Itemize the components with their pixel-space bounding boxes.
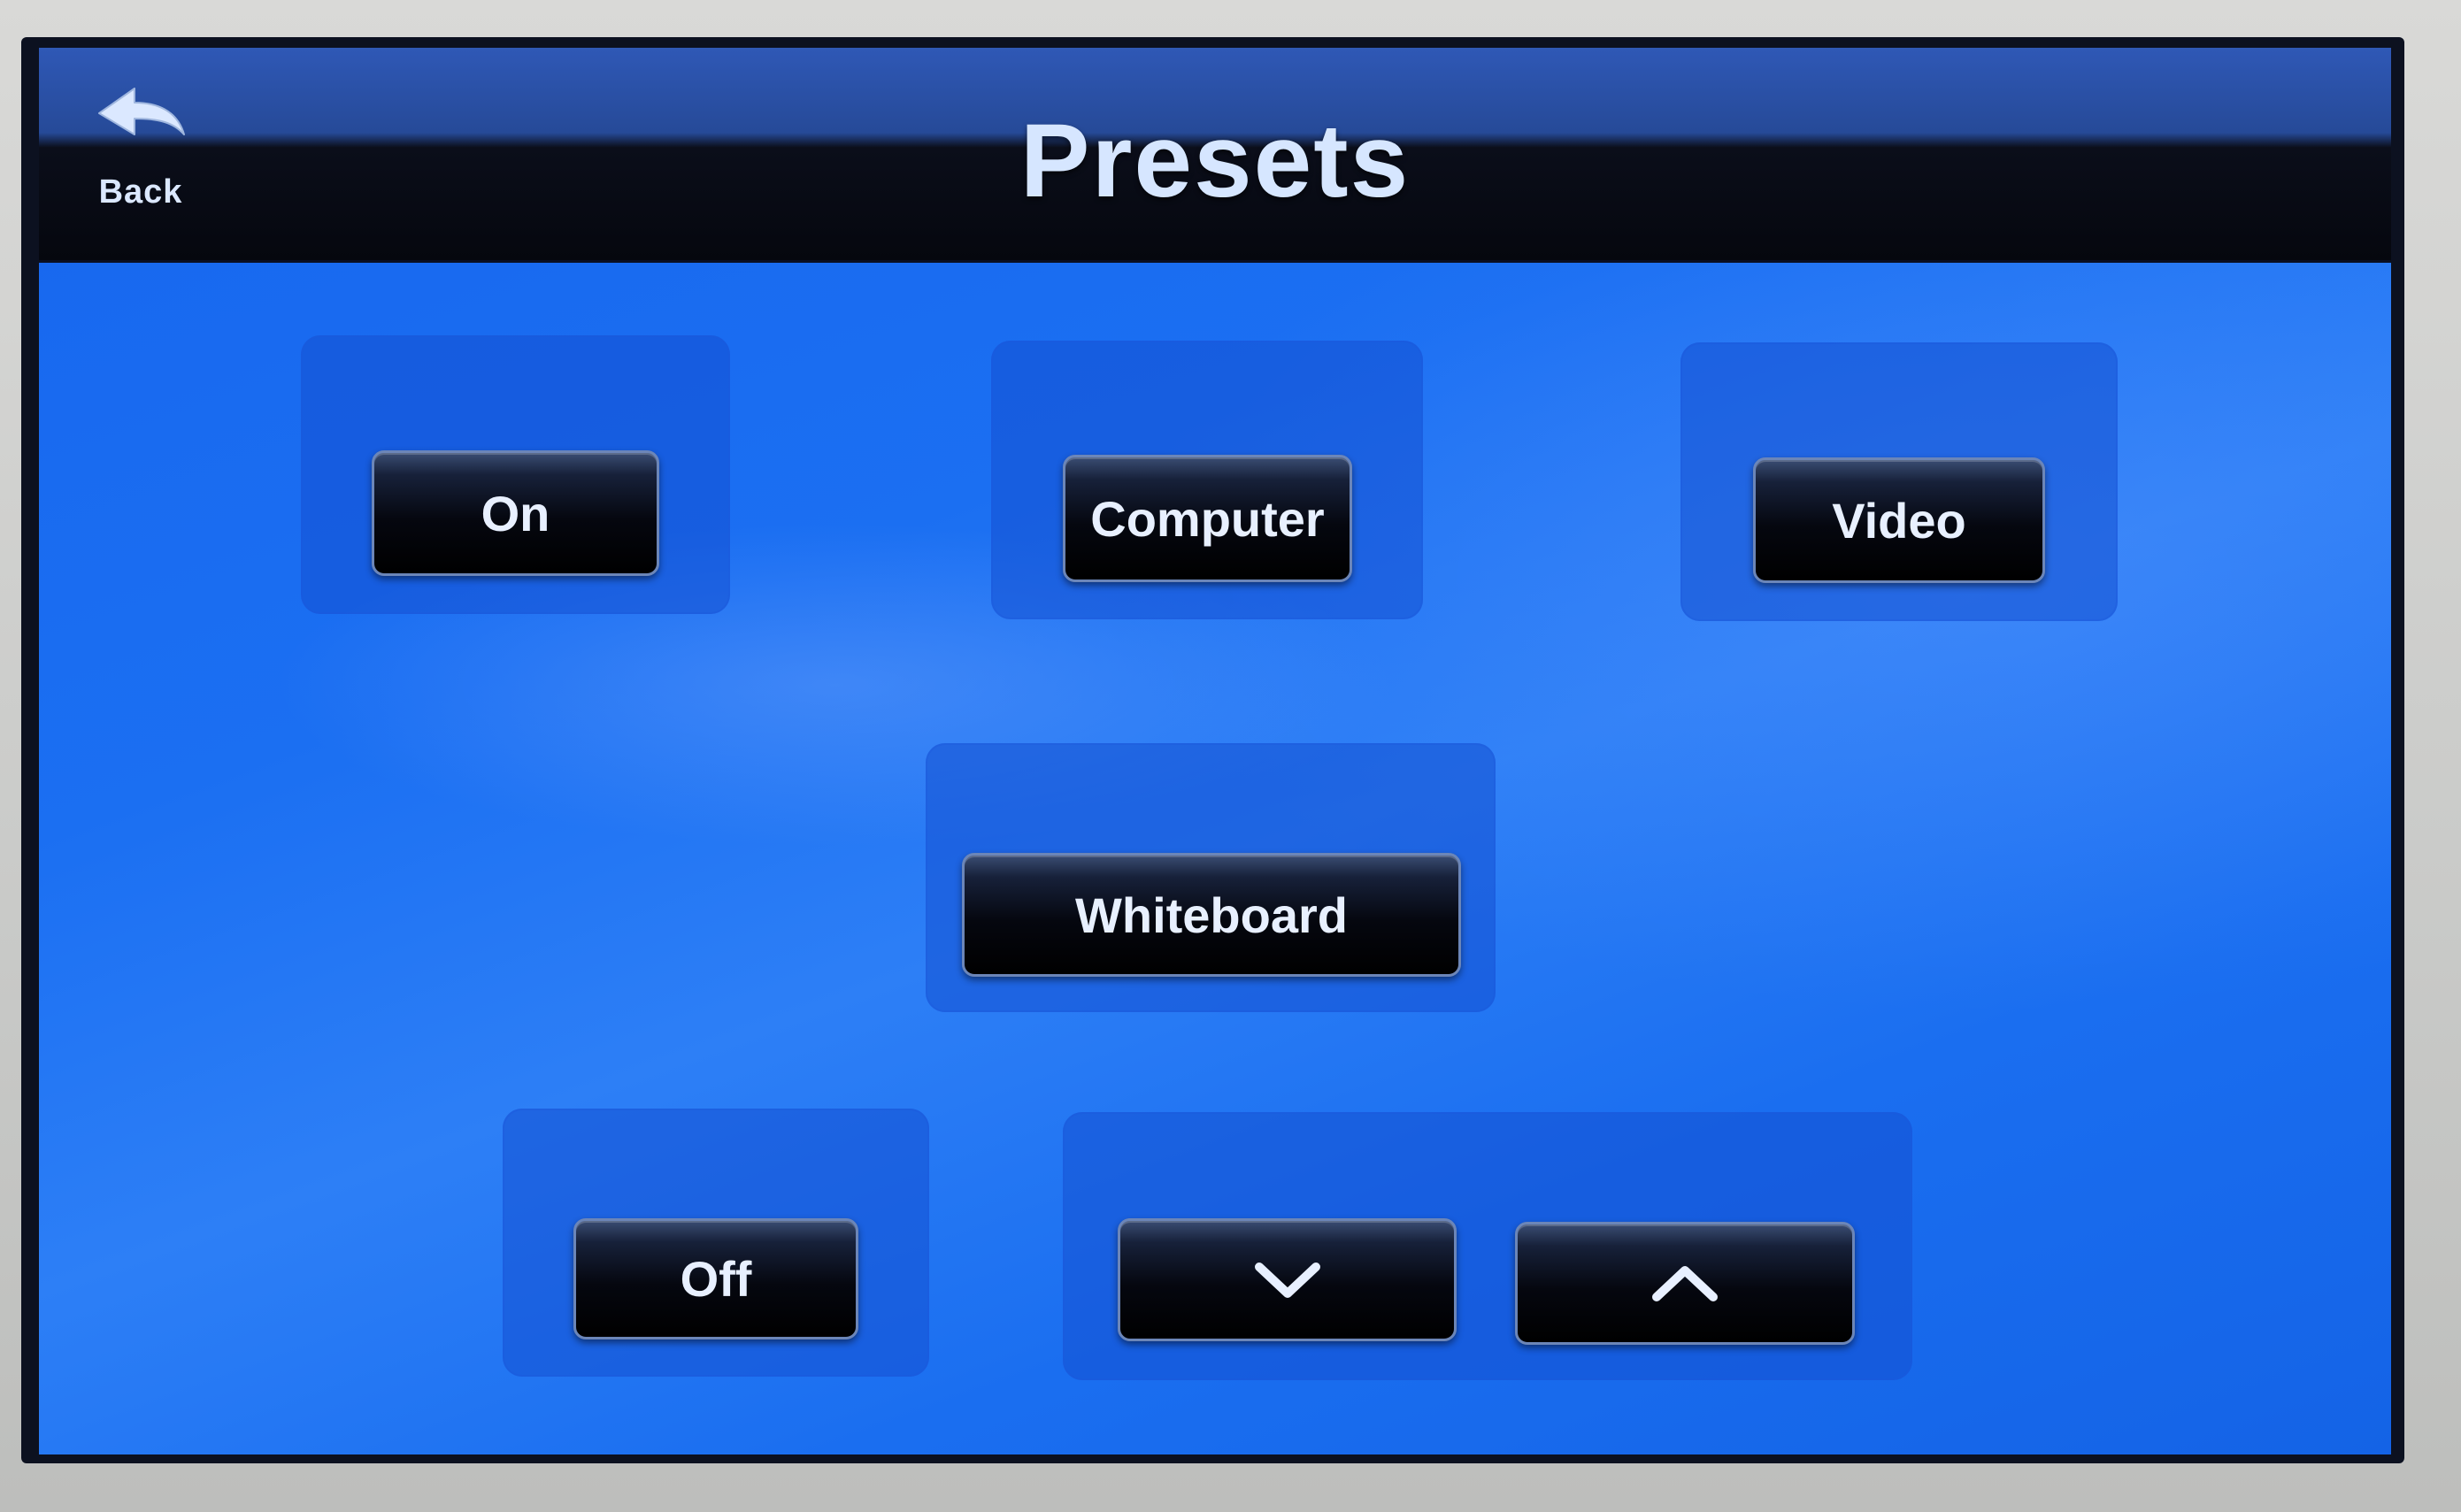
whiteboard-button[interactable]: Whiteboard bbox=[962, 853, 1461, 977]
chevron-up-icon bbox=[1652, 1265, 1718, 1301]
down-button[interactable] bbox=[1118, 1218, 1457, 1341]
up-button[interactable] bbox=[1515, 1222, 1855, 1345]
on-button[interactable]: On bbox=[372, 450, 659, 576]
touch-screen: Back Presets On Computer Video Whiteboar… bbox=[39, 48, 2391, 1454]
page-title: Presets bbox=[1019, 103, 1411, 219]
computer-button[interactable]: Computer bbox=[1063, 455, 1352, 582]
video-button[interactable]: Video bbox=[1753, 457, 2045, 583]
off-button[interactable]: Off bbox=[573, 1218, 858, 1339]
chevron-down-icon bbox=[1254, 1262, 1320, 1298]
header-bar: Back Presets bbox=[39, 48, 2391, 263]
